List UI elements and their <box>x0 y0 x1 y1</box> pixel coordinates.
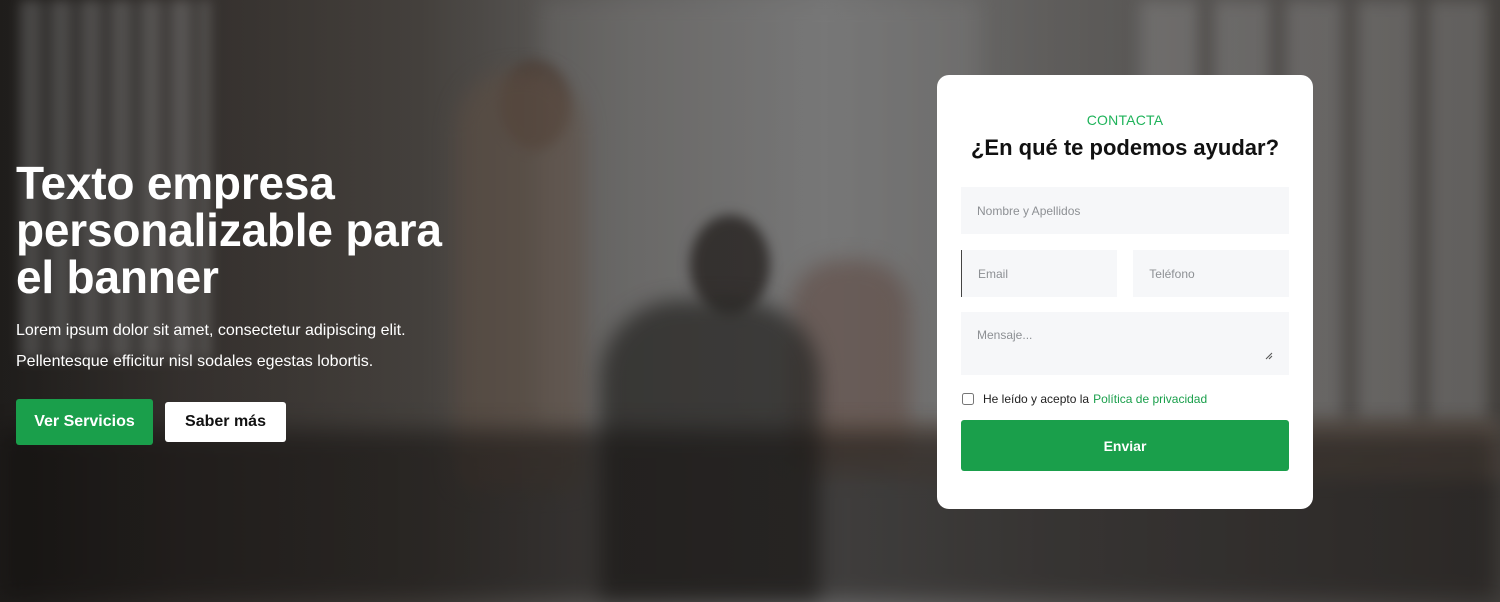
message-wrapper <box>961 312 1289 375</box>
contact-eyebrow: CONTACTA <box>1086 112 1164 128</box>
name-input[interactable] <box>961 187 1289 234</box>
contact-title: ¿En qué te podemos ayudar? <box>970 135 1280 160</box>
hero-title: Texto empresa personalizable para el ban… <box>16 157 442 303</box>
ver-servicios-button[interactable]: Ver Servicios <box>16 399 153 445</box>
hero-description: Lorem ipsum dolor sit amet, consectetur … <box>16 322 406 370</box>
privacy-policy-link[interactable]: Política de privacidad <box>1093 392 1207 406</box>
hero-actions: Ver Servicios Saber más <box>16 399 486 445</box>
privacy-consent[interactable]: He leído y acepto la Política de privaci… <box>961 392 1289 406</box>
email-input[interactable] <box>961 250 1118 297</box>
send-button[interactable]: Enviar <box>961 420 1289 471</box>
message-textarea[interactable] <box>961 312 1289 375</box>
phone-input[interactable] <box>1133 250 1289 297</box>
resize-handle-icon[interactable] <box>1265 352 1273 360</box>
hero-section: Texto empresa personalizable para el ban… <box>16 160 486 445</box>
email-phone-row <box>961 250 1289 297</box>
contact-form-card: CONTACTA ¿En qué te podemos ayudar? He l… <box>937 75 1313 509</box>
privacy-checkbox[interactable] <box>962 393 974 405</box>
saber-mas-button[interactable]: Saber más <box>165 402 286 442</box>
consent-text: He leído y acepto la <box>983 392 1090 406</box>
